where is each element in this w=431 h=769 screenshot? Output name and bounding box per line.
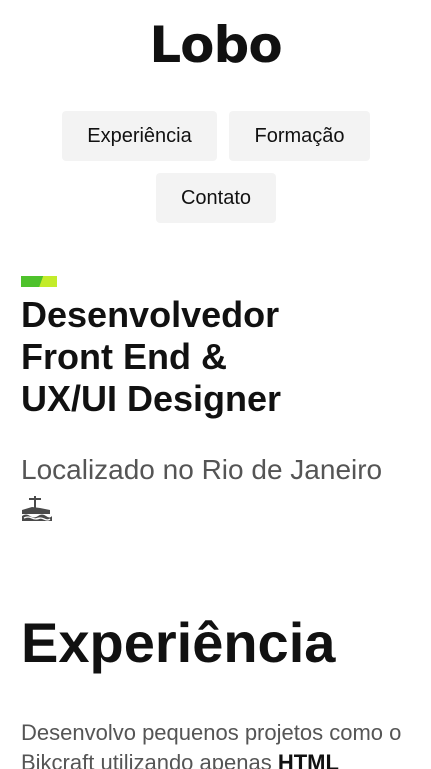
hero-title-line: UX/UI Designer xyxy=(21,378,282,419)
experience-paragraph-text: Desenvolvo pequenos projetos como o Bikc… xyxy=(21,720,402,769)
experience-paragraph: Desenvolvo pequenos projetos como o Bikc… xyxy=(21,718,421,769)
hero-title-line: Desenvolvedor xyxy=(21,294,280,335)
experience-section-title: Experiência xyxy=(21,611,336,674)
nav-link-formacao[interactable]: Formação xyxy=(229,111,370,161)
nav-link-experiencia[interactable]: Experiência xyxy=(62,111,217,161)
hero-title-line: Front End & xyxy=(21,336,227,377)
nav-link-contato[interactable]: Contato xyxy=(156,173,276,223)
location-text: Localizado no Rio de Janeiro xyxy=(21,454,383,485)
logo[interactable]: Lobo xyxy=(0,14,431,76)
rio-landmark-icon xyxy=(22,496,52,521)
experience-paragraph-strong: HTML xyxy=(277,750,339,769)
hero-title: Desenvolvedor Front End & UX/UI Designer xyxy=(21,294,281,420)
accent-bar xyxy=(21,276,57,287)
